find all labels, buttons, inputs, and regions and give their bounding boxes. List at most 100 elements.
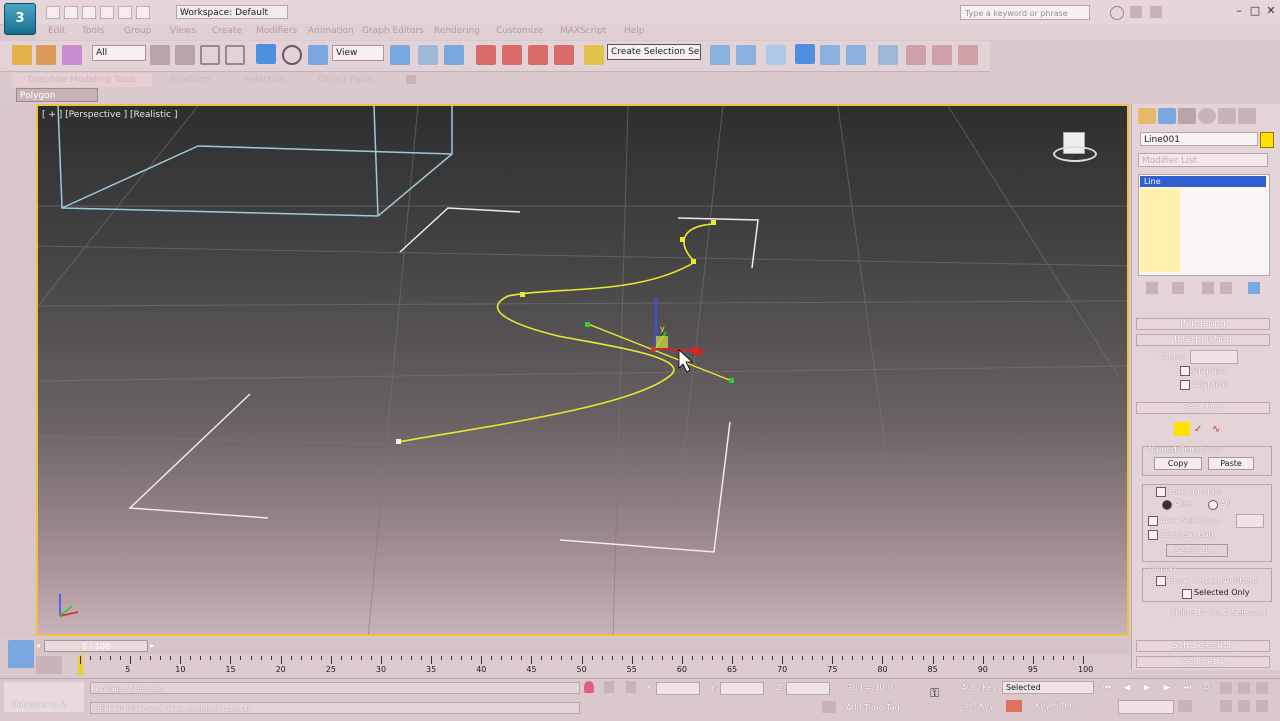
vertex[interactable] bbox=[520, 292, 525, 297]
vertex-handle[interactable] bbox=[585, 322, 590, 327]
selection-rollout[interactable]: Selection bbox=[1136, 402, 1270, 414]
keyboard-shortcut-override-icon[interactable] bbox=[444, 45, 464, 65]
vertex[interactable] bbox=[711, 220, 716, 225]
align-icon[interactable] bbox=[736, 45, 756, 65]
hierarchy-tab-icon[interactable] bbox=[1178, 108, 1196, 124]
segment-subobject-icon[interactable]: ✓ bbox=[1194, 424, 1206, 435]
mirror-icon[interactable] bbox=[710, 45, 730, 65]
workspace-dropdown[interactable]: Workspace: Default bbox=[176, 5, 288, 19]
copy-button[interactable]: Copy bbox=[1154, 457, 1202, 470]
time-slider-track[interactable] bbox=[36, 638, 1129, 654]
set-keys-icon[interactable]: ⚿ bbox=[930, 687, 952, 699]
layer-manager-icon[interactable] bbox=[766, 45, 786, 65]
select-and-rotate-icon[interactable] bbox=[282, 45, 302, 65]
modifier-list-dropdown[interactable]: Modifier List bbox=[1138, 153, 1268, 167]
current-frame-field[interactable] bbox=[1118, 700, 1174, 714]
area-selection-spinner[interactable] bbox=[1236, 514, 1264, 528]
adaptive-checkbox[interactable] bbox=[1180, 380, 1190, 390]
reference-coordinate-dropdown[interactable]: View bbox=[332, 45, 384, 61]
percent-snap-icon[interactable] bbox=[528, 45, 548, 65]
zoom-all-icon[interactable] bbox=[1238, 682, 1250, 694]
perspective-viewport[interactable]: [ + ] [Perspective ] [Realistic ] y bbox=[36, 104, 1129, 636]
redo-icon[interactable] bbox=[118, 6, 132, 19]
favorites-icon[interactable] bbox=[1150, 6, 1162, 18]
vertex-handle[interactable] bbox=[729, 378, 734, 383]
edit-named-selection-icon[interactable] bbox=[584, 45, 604, 65]
select-and-link-icon[interactable] bbox=[12, 45, 32, 65]
interpolation-rollout[interactable]: Interpolation bbox=[1136, 334, 1270, 346]
menu-views[interactable]: Views bbox=[170, 26, 196, 36]
menu-tools[interactable]: Tools bbox=[82, 26, 104, 36]
menu-customize[interactable]: Customize bbox=[496, 26, 543, 36]
snaps-toggle-icon[interactable] bbox=[476, 45, 496, 65]
app-logo-button[interactable]: 3 bbox=[4, 3, 36, 35]
menu-group[interactable]: Group bbox=[124, 26, 151, 36]
viewport-label[interactable]: [ + ] [Perspective ] [Realistic ] bbox=[42, 110, 177, 120]
time-tag-icon[interactable] bbox=[822, 701, 836, 713]
key-filters-button[interactable]: Key Filters... bbox=[1028, 699, 1092, 713]
communication-icon[interactable] bbox=[1130, 6, 1142, 18]
go-to-start-icon[interactable]: ⏮ bbox=[1100, 682, 1114, 694]
unlink-icon[interactable] bbox=[36, 45, 56, 65]
render-setup-icon[interactable] bbox=[906, 45, 926, 65]
stack-item-line[interactable]: Line bbox=[1140, 176, 1266, 187]
soft-selection-rollout[interactable]: Soft Selection bbox=[1136, 640, 1270, 652]
tab-object-paint[interactable]: Object Paint bbox=[318, 73, 372, 87]
geometry-rollout[interactable]: Geometry bbox=[1136, 656, 1270, 668]
tab-selection[interactable]: Selection bbox=[244, 73, 285, 87]
zoom-extents-icon[interactable] bbox=[1256, 682, 1268, 694]
steps-spinner[interactable] bbox=[1190, 350, 1238, 364]
tab-graphite-modeling-tools[interactable]: Graphite Modeling Tools bbox=[28, 73, 136, 87]
use-pivot-point-icon[interactable] bbox=[390, 45, 410, 65]
auto-key-button[interactable]: Auto Key bbox=[960, 681, 998, 695]
schematic-view-icon[interactable] bbox=[846, 45, 866, 65]
save-file-icon[interactable] bbox=[82, 6, 96, 19]
search-input[interactable]: Type a keyword or phrase bbox=[960, 5, 1090, 20]
menu-rendering[interactable]: Rendering bbox=[434, 26, 480, 36]
area-selection-checkbox[interactable] bbox=[1148, 516, 1158, 526]
x-coordinate-field[interactable] bbox=[656, 682, 700, 695]
make-unique-icon[interactable] bbox=[1202, 282, 1214, 294]
utilities-tab-icon[interactable] bbox=[1238, 108, 1256, 124]
menu-graph-editors[interactable]: Graph Editors bbox=[362, 26, 424, 36]
play-icon[interactable]: ▶ bbox=[1140, 682, 1154, 694]
select-by-button[interactable]: Select By... bbox=[1166, 544, 1228, 557]
material-editor-icon[interactable] bbox=[878, 45, 898, 65]
line-spline[interactable] bbox=[397, 223, 715, 443]
object-name-field[interactable]: Line001 bbox=[1140, 132, 1258, 146]
select-object-icon[interactable] bbox=[150, 45, 170, 65]
go-to-end-icon[interactable]: ⏭ bbox=[1180, 682, 1194, 694]
angle-snap-icon[interactable] bbox=[502, 45, 522, 65]
next-frame-button-icon[interactable]: ▶ bbox=[1160, 682, 1174, 694]
spinner-snap-icon[interactable] bbox=[554, 45, 574, 65]
y-coordinate-field[interactable] bbox=[720, 682, 764, 695]
filter-trackbar-icon[interactable] bbox=[36, 656, 62, 674]
infocenter-icon[interactable] bbox=[1110, 6, 1124, 20]
next-frame-icon[interactable]: ▸ bbox=[150, 641, 158, 651]
paste-button[interactable]: Paste bbox=[1208, 457, 1254, 470]
select-and-scale-icon[interactable] bbox=[308, 45, 328, 65]
vertex[interactable] bbox=[691, 259, 696, 264]
rendering-rollout[interactable]: Rendering bbox=[1136, 318, 1270, 330]
selected-only-checkbox[interactable] bbox=[1182, 589, 1192, 599]
key-mode-dropdown[interactable]: Selected bbox=[1002, 681, 1094, 694]
select-by-name-icon[interactable] bbox=[175, 45, 195, 65]
time-configuration-icon[interactable] bbox=[1178, 700, 1192, 712]
configure-modifier-sets-icon[interactable] bbox=[1248, 282, 1260, 294]
close-button[interactable]: ✕ bbox=[1264, 4, 1278, 18]
gizmo-plane-handle[interactable] bbox=[656, 336, 668, 348]
key-mode-toggle-icon[interactable]: ⧉ bbox=[1200, 682, 1214, 694]
menu-modifiers[interactable]: Modifiers bbox=[256, 26, 297, 36]
lock-handles-checkbox[interactable] bbox=[1156, 487, 1166, 497]
show-end-result-icon[interactable] bbox=[1172, 282, 1184, 294]
polygon-modeling-panel[interactable]: Polygon Modeling bbox=[16, 88, 98, 115]
undo-icon[interactable] bbox=[100, 6, 114, 19]
maximize-button[interactable]: □ bbox=[1248, 4, 1262, 18]
ribbon-options-icon[interactable] bbox=[406, 75, 416, 84]
menu-edit[interactable]: Edit bbox=[48, 26, 65, 36]
motion-tab-icon[interactable] bbox=[1198, 108, 1216, 124]
viewcube-icon[interactable] bbox=[1053, 132, 1097, 162]
window-crossing-icon[interactable] bbox=[225, 45, 245, 65]
named-selection-dropdown[interactable]: Create Selection Se bbox=[607, 44, 701, 60]
optimize-checkbox[interactable] bbox=[1180, 366, 1190, 376]
